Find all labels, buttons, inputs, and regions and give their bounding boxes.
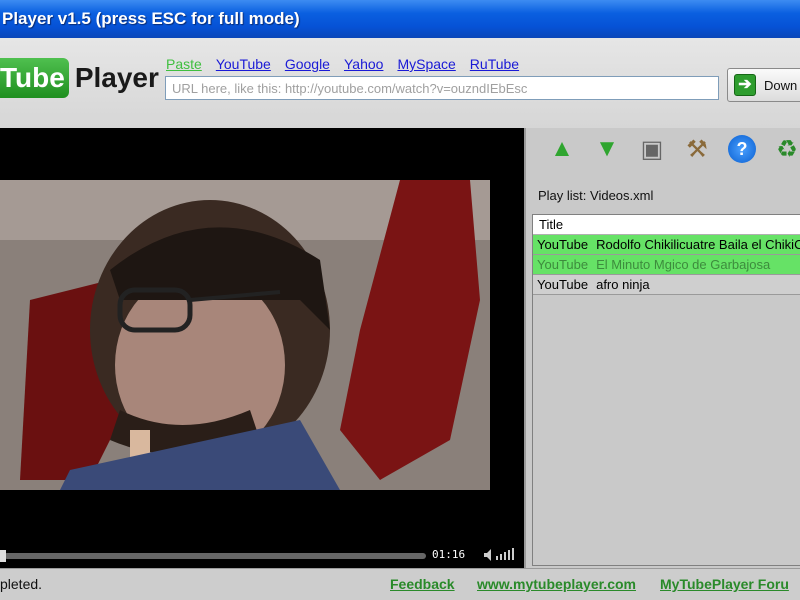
logo-tube-text: Tube [0,58,69,98]
row-title: Rodolfo Chikilicuatre Baila el ChikiC [596,237,800,252]
status-bar: pleted. Feedback www.mytubeplayer.com My… [0,568,800,600]
url-input[interactable] [165,76,719,100]
website-link[interactable]: www.mytubeplayer.com [477,576,636,592]
volume-icon [484,548,514,561]
header: Tube Player Paste YouTube Google Yahoo M… [0,38,800,128]
playlist-column-title[interactable]: Title [533,215,800,235]
forum-link[interactable]: MyTubePlayer Foru [660,576,789,592]
save-icon[interactable]: ▣ [634,134,670,164]
download-button[interactable]: ➔ Down [727,68,800,102]
row-source: YouTube [537,237,589,252]
link-yahoo[interactable]: Yahoo [344,56,383,72]
link-myspace[interactable]: MySpace [397,56,455,72]
video-still-image [0,180,490,490]
row-title: afro ninja [596,277,650,292]
title-bar[interactable]: Player v1.5 (press ESC for full mode) [0,0,800,38]
app-window: Player v1.5 (press ESC for full mode) Tu… [0,0,800,600]
playlist-row[interactable]: YouTube El Minuto Mgico de Garbajosa [533,255,800,275]
seek-knob[interactable] [0,550,6,562]
help-button[interactable]: ? [724,134,760,164]
playlist-toolbar: ▲ ▼ ▣ ⚒ ? ♻ [544,134,800,164]
link-youtube[interactable]: YouTube [216,56,271,72]
volume-control[interactable] [482,546,520,564]
download-label: Down [764,77,798,93]
link-google[interactable]: Google [285,56,330,72]
logo: Tube Player [0,58,159,98]
arrow-up-icon[interactable]: ▲ [544,134,580,164]
seek-bar[interactable] [4,553,426,559]
row-title: El Minuto Mgico de Garbajosa [596,257,771,272]
playlist-row[interactable]: YouTube afro ninja [533,275,800,295]
video-frame [0,180,490,490]
playback-controls: 01:16 [0,542,524,568]
link-rutube[interactable]: RuTube [470,56,519,72]
time-display: 01:16 [432,548,466,561]
playlist-table: Title YouTube Rodolfo Chikilicuatre Baila… [532,214,800,566]
window-title: Player v1.5 (press ESC for full mode) [2,9,300,28]
row-source: YouTube [537,277,589,292]
arrow-right-icon: ➔ [734,74,756,96]
playlist-row[interactable]: YouTube Rodolfo Chikilicuatre Baila el Ch… [533,235,800,255]
video-player[interactable]: 01:16 [0,128,524,568]
playlist-label: Play list: Videos.xml [538,188,654,203]
logo-player-text: Player [74,62,159,93]
playlist-panel: ▲ ▼ ▣ ⚒ ? ♻ Play list: Videos.xml Title … [524,128,800,568]
tools-icon[interactable]: ⚒ [679,134,715,164]
help-icon: ? [728,135,756,163]
link-paste[interactable]: Paste [166,56,202,72]
row-source: YouTube [537,257,589,272]
source-links: Paste YouTube Google Yahoo MySpace RuTub… [166,56,519,72]
recycle-icon[interactable]: ♻ [769,134,800,164]
status-text: pleted. [0,576,43,592]
arrow-down-icon[interactable]: ▼ [589,134,625,164]
feedback-link[interactable]: Feedback [390,576,455,592]
